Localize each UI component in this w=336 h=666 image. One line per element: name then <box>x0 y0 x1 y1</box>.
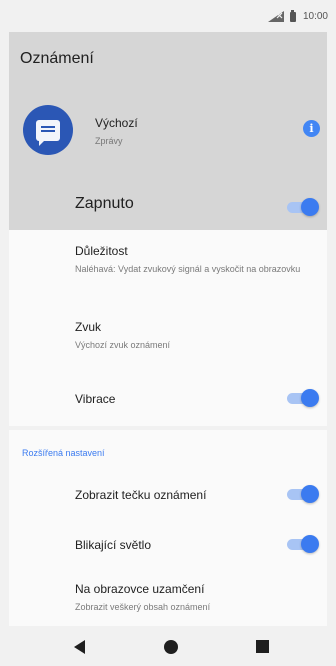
info-icon[interactable]: i <box>303 120 320 137</box>
status-bar: 10:00 <box>0 0 336 32</box>
messages-icon <box>23 105 73 155</box>
toggle-thumb <box>301 198 319 216</box>
importance-value: Naléhavá: Vydat zvukový signál a vyskoči… <box>75 264 301 274</box>
signal-icon <box>267 11 284 22</box>
vibration-title: Vibrace <box>75 392 116 406</box>
toggle-thumb <box>301 389 319 407</box>
vibration-row[interactable]: Vibrace <box>75 392 319 406</box>
sound-title: Zvuk <box>75 320 102 334</box>
status-time: 10:00 <box>302 11 328 22</box>
advanced-section-header: Rozšířená nastavení <box>22 448 105 458</box>
blink-light-row[interactable]: Blikající světlo <box>75 538 319 552</box>
toggle-thumb <box>301 535 319 553</box>
message-bubble-icon <box>36 119 60 146</box>
master-toggle[interactable] <box>285 197 319 217</box>
home-icon[interactable] <box>164 640 178 654</box>
app-name: Zprávy <box>95 136 123 146</box>
blink-light-title: Blikající světlo <box>75 538 152 552</box>
importance-row[interactable]: Důležitost Naléhavá: Vydat zvukový signá… <box>75 244 319 275</box>
navigation-bar <box>0 626 336 666</box>
status-icons: 10:00 <box>267 9 328 22</box>
blink-light-toggle[interactable] <box>285 534 319 554</box>
battery-icon <box>289 9 296 22</box>
lockscreen-title: Na obrazovce uzamčení <box>75 582 205 596</box>
back-icon[interactable] <box>74 640 85 654</box>
sound-row[interactable]: Zvuk Výchozí zvuk oznámení <box>75 320 319 351</box>
notification-dot-title: Zobrazit tečku oznámení <box>75 488 207 502</box>
lockscreen-value: Zobrazit veškerý obsah oznámení <box>75 602 211 612</box>
lockscreen-row[interactable]: Na obrazovce uzamčení Zobrazit veškerý o… <box>75 582 319 613</box>
recents-icon[interactable] <box>256 640 269 653</box>
channel-settings: Důležitost Naléhavá: Vydat zvukový signá… <box>9 230 327 426</box>
app-notification-header: Oznámení Výchozí Zprávy i Zapnuto <box>9 32 327 230</box>
master-toggle-label: Zapnuto <box>75 195 134 212</box>
toggle-thumb <box>301 485 319 503</box>
page-title: Oznámení <box>20 50 94 67</box>
notification-dot-row[interactable]: Zobrazit tečku oznámení <box>75 488 319 502</box>
vibration-toggle[interactable] <box>285 388 319 408</box>
advanced-settings: Rozšířená nastavení Zobrazit tečku oznám… <box>9 430 327 626</box>
channel-name: Výchozí <box>95 116 138 130</box>
sound-value: Výchozí zvuk oznámení <box>75 340 171 350</box>
importance-title: Důležitost <box>75 244 128 258</box>
notification-dot-toggle[interactable] <box>285 484 319 504</box>
